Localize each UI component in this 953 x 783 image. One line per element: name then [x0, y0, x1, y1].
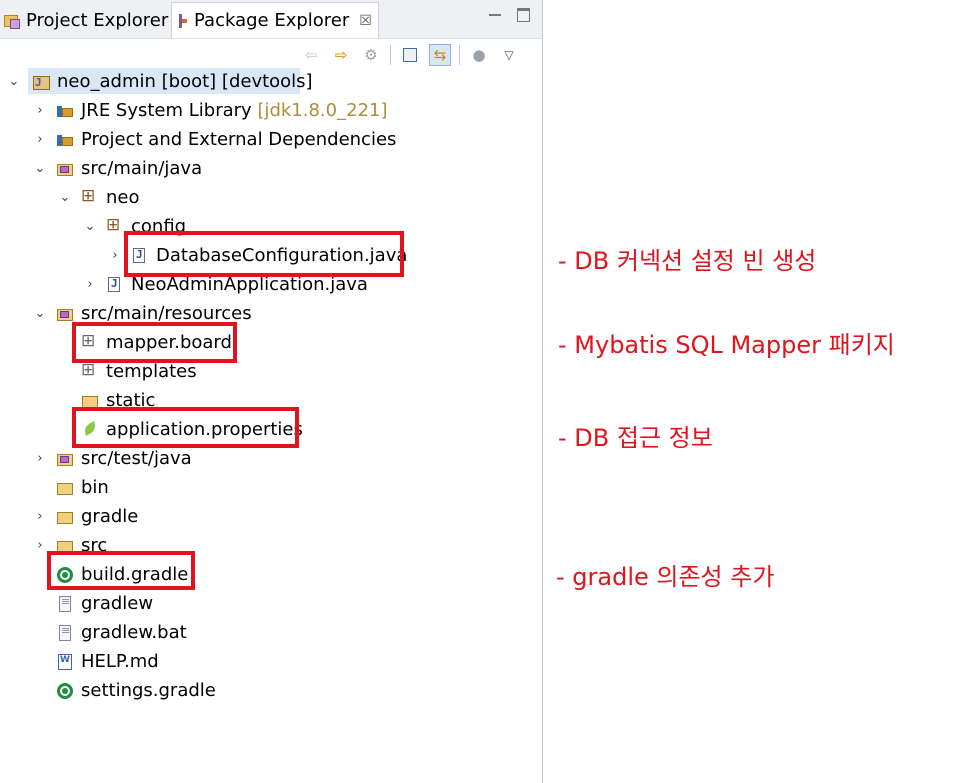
source-folder-icon	[56, 160, 74, 178]
chevron-down-icon[interactable]: ⌄	[59, 191, 71, 204]
java-file-icon	[106, 276, 124, 294]
close-icon[interactable]: ☒	[359, 13, 372, 29]
tree-item-gradlew[interactable]: gradlew	[0, 589, 540, 618]
gradlew-bat-label: gradlew.bat	[81, 622, 187, 643]
src-main-java-label: src/main/java	[81, 158, 203, 179]
chevron-down-icon[interactable]: ⌄	[8, 75, 20, 88]
view-toolbar: ⇦ ⇨ ⚙ ⇆ ● ▽	[300, 42, 520, 68]
tab-package-explorer[interactable]: Package Explorer ☒	[171, 2, 379, 38]
filter-icon[interactable]: ●	[468, 44, 490, 66]
library-icon	[56, 131, 74, 149]
package-explorer-view: Project Explorer Package Explorer ☒ ⇦ ⇨ …	[0, 0, 543, 783]
project-name: neo_admin	[57, 71, 156, 92]
gradlew-label: gradlew	[81, 593, 154, 614]
java-project-icon	[32, 73, 50, 91]
src-main-resources-label: src/main/resources	[81, 303, 252, 324]
source-folder-icon	[56, 305, 74, 323]
src-test-java-label: src/test/java	[81, 448, 192, 469]
annotation-db-config: - DB 커넥션 설정 빈 생성	[558, 247, 817, 275]
folder-icon	[56, 508, 74, 526]
chevron-down-icon[interactable]: ⌄	[34, 307, 46, 320]
dependencies-label: Project and External Dependencies	[81, 129, 397, 150]
forward-arrow-icon[interactable]: ⇨	[330, 44, 352, 66]
annotation-mapper: - Mybatis SQL Mapper 패키지	[558, 331, 895, 359]
annotation-gradle-deps: - gradle 의존성 추가	[556, 563, 775, 591]
bin-label: bin	[81, 477, 109, 498]
window-controls	[489, 6, 530, 22]
project-explorer-icon	[4, 13, 20, 29]
tab-project-explorer-label: Project Explorer	[26, 9, 169, 31]
tree-item-settings-gradle[interactable]: settings.gradle	[0, 676, 540, 705]
collapse-all-icon[interactable]	[399, 44, 421, 66]
tree-item-jre-library[interactable]: › JRE System Library [jdk1.8.0_221]	[0, 96, 540, 125]
highlight-box-database-configuration	[124, 231, 404, 277]
templates-label: templates	[106, 361, 197, 382]
tree-item-project[interactable]: ⌄ neo_admin [boot] [devtools]	[0, 67, 540, 96]
tree-item-gradlew-bat[interactable]: gradlew.bat	[0, 618, 540, 647]
markdown-file-icon	[56, 653, 74, 671]
chevron-right-icon[interactable]: ›	[34, 510, 46, 523]
chevron-down-icon[interactable]: ⌄	[84, 220, 96, 233]
tree-item-package-neo[interactable]: ⌄ neo	[0, 183, 540, 212]
annotation-db-access: - DB 접근 정보	[558, 424, 713, 452]
chevron-right-icon[interactable]: ›	[34, 539, 46, 552]
package-icon	[81, 186, 99, 207]
tree-item-gradle[interactable]: › gradle	[0, 502, 540, 531]
chevron-right-icon[interactable]: ›	[109, 249, 121, 262]
tree-item-bin[interactable]: bin	[0, 473, 540, 502]
tree-item-src-main-java[interactable]: ⌄ src/main/java	[0, 154, 540, 183]
tab-bar: Project Explorer Package Explorer ☒	[0, 0, 542, 39]
tree-item-src-test-java[interactable]: › src/test/java	[0, 444, 540, 473]
settings-gradle-label: settings.gradle	[81, 680, 216, 701]
maximize-icon[interactable]	[517, 8, 530, 22]
highlight-box-mapper-board	[72, 322, 237, 363]
tree-item-help-md[interactable]: HELP.md	[0, 647, 540, 676]
jre-label: JRE System Library	[81, 100, 252, 121]
tree-item-dependencies[interactable]: › Project and External Dependencies	[0, 125, 540, 154]
chevron-right-icon[interactable]: ›	[34, 452, 46, 465]
back-arrow-icon[interactable]: ⇦	[300, 44, 322, 66]
toolbar-separator	[459, 45, 460, 65]
tab-project-explorer[interactable]: Project Explorer	[2, 3, 170, 37]
minimize-icon[interactable]	[489, 14, 501, 16]
highlight-box-build-gradle	[47, 551, 195, 590]
package-explorer-icon	[178, 13, 188, 29]
link-with-editor-icon[interactable]: ⇆	[429, 44, 451, 66]
toolbar-separator	[390, 45, 391, 65]
source-folder-icon	[56, 450, 74, 468]
project-decoration: [boot] [devtools]	[161, 71, 313, 92]
chevron-right-icon[interactable]: ›	[34, 133, 46, 146]
library-icon	[56, 102, 74, 120]
package-neo-label: neo	[106, 187, 140, 208]
tab-package-explorer-label: Package Explorer	[194, 10, 350, 31]
package-icon	[106, 215, 124, 236]
text-file-icon	[56, 624, 74, 642]
jre-decoration: [jdk1.8.0_221]	[257, 100, 388, 121]
view-menu-icon[interactable]: ▽	[498, 44, 520, 66]
folder-icon	[56, 479, 74, 497]
help-md-label: HELP.md	[81, 651, 159, 672]
chevron-down-icon[interactable]: ⌄	[34, 162, 46, 175]
sync-icon[interactable]: ⚙	[360, 44, 382, 66]
text-file-icon	[56, 595, 74, 613]
chevron-right-icon[interactable]: ›	[34, 104, 46, 117]
package-icon	[81, 360, 99, 381]
chevron-right-icon[interactable]: ›	[84, 278, 96, 291]
gradle-folder-label: gradle	[81, 506, 139, 527]
neo-admin-application-label: NeoAdminApplication.java	[131, 274, 368, 295]
gradle-icon	[56, 682, 74, 700]
highlight-box-application-properties	[72, 407, 299, 448]
